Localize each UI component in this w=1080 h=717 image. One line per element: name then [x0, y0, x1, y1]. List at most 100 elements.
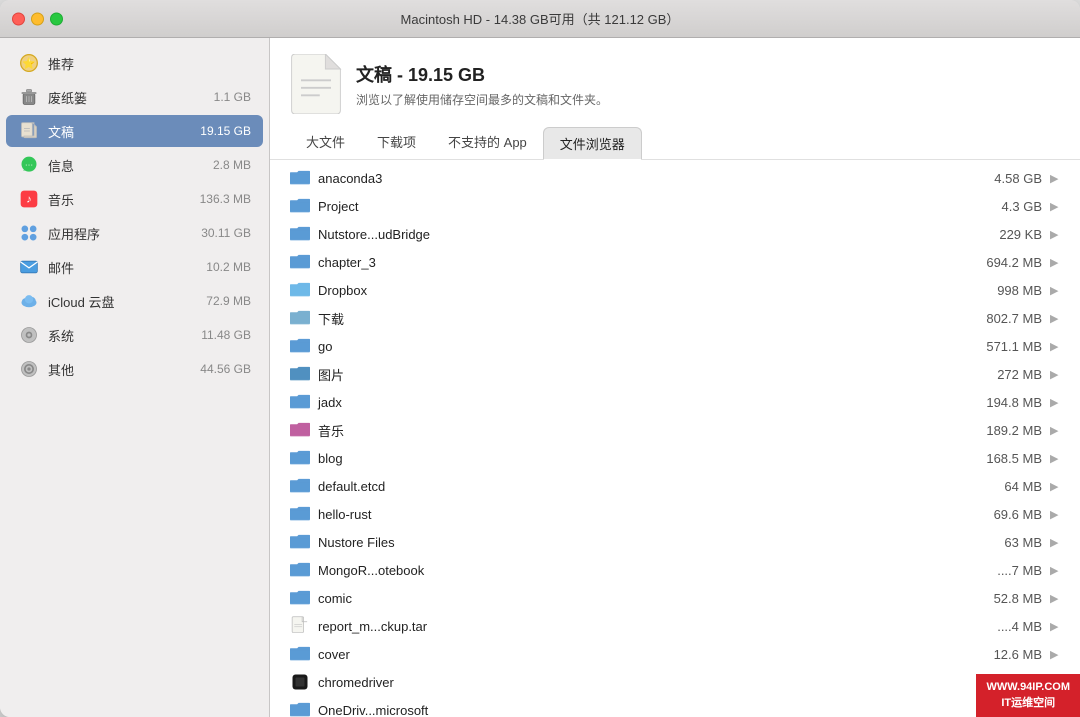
sidebar-icon-mail — [18, 256, 40, 278]
sidebar-item-music[interactable]: ♪ 音乐 136.3 MB — [6, 183, 263, 215]
sidebar-label-music: 音乐 — [48, 190, 200, 209]
chevron-right-icon: ▶ — [1050, 592, 1060, 605]
file-row[interactable]: chromedriver 12.2 MB ▶ — [270, 668, 1080, 696]
sidebar-item-icloud[interactable]: iCloud 云盘 72.9 MB — [6, 285, 263, 317]
chevron-right-icon: ▶ — [1050, 284, 1060, 297]
file-row[interactable]: OneDriv...microsoft ....6 MB ▶ — [270, 696, 1080, 717]
sidebar-size-other: 44.56 GB — [200, 362, 251, 376]
window-title: Macintosh HD - 14.38 GB可用（共 121.12 GB） — [401, 9, 680, 28]
file-size: 998 MB — [962, 283, 1042, 298]
file-row[interactable]: jadx 194.8 MB ▶ — [270, 388, 1080, 416]
file-row[interactable]: 音乐 189.2 MB ▶ — [270, 416, 1080, 444]
sidebar-item-other[interactable]: 其他 44.56 GB — [6, 353, 263, 385]
file-size: 272 MB — [962, 367, 1042, 382]
file-icon — [290, 252, 310, 272]
file-name: cover — [318, 647, 962, 662]
file-name: OneDriv...microsoft — [318, 703, 962, 717]
sidebar-size-apps: 30.11 GB — [201, 226, 251, 240]
file-row[interactable]: Nustore Files 63 MB ▶ — [270, 528, 1080, 556]
chevron-right-icon: ▶ — [1050, 340, 1060, 353]
watermark-line2: IT运维空间 — [986, 696, 1070, 711]
file-name: go — [318, 339, 962, 354]
file-row[interactable]: 下载 802.7 MB ▶ — [270, 304, 1080, 332]
file-row[interactable]: MongoR...otebook ....7 MB ▶ — [270, 556, 1080, 584]
svg-text:♪: ♪ — [26, 193, 31, 205]
file-row[interactable]: Nutstore...udBridge 229 KB ▶ — [270, 220, 1080, 248]
chevron-right-icon: ▶ — [1050, 368, 1060, 381]
sidebar-icon-icloud — [18, 290, 40, 312]
sidebar-item-documents[interactable]: 文稿 19.15 GB — [6, 115, 263, 147]
sidebar-icon-messages: ··· — [18, 154, 40, 176]
sidebar-item-recommend[interactable]: ⭐ 推荐 — [6, 47, 263, 79]
file-size: 4.3 GB — [962, 199, 1042, 214]
file-name: chromedriver — [318, 675, 962, 690]
watermark-line1: WWW.94IP.COM — [986, 680, 1070, 695]
sidebar-label-documents: 文稿 — [48, 122, 200, 141]
file-name: MongoR...otebook — [318, 563, 962, 578]
chevron-right-icon: ▶ — [1050, 620, 1060, 633]
tab-大文件[interactable]: 大文件 — [290, 126, 361, 159]
tab-下载项[interactable]: 下载项 — [361, 126, 432, 159]
file-size: 12.6 MB — [962, 647, 1042, 662]
header-subtitle: 浏览以了解使用储存空间最多的文稿和文件夹。 — [356, 91, 608, 108]
sidebar-icon-documents — [18, 120, 40, 142]
sidebar-label-messages: 信息 — [48, 156, 213, 175]
file-size: 64 MB — [962, 479, 1042, 494]
file-row[interactable]: default.etcd 64 MB ▶ — [270, 472, 1080, 500]
sidebar-size-system: 11.48 GB — [201, 328, 251, 342]
file-row[interactable]: report_m...ckup.tar ....4 MB ▶ — [270, 612, 1080, 640]
file-row[interactable]: comic 52.8 MB ▶ — [270, 584, 1080, 612]
sidebar-item-apps[interactable]: 应用程序 30.11 GB — [6, 217, 263, 249]
tab-不支持的-App[interactable]: 不支持的 App — [432, 126, 543, 159]
file-row[interactable]: cover 12.6 MB ▶ — [270, 640, 1080, 668]
file-row[interactable]: Project 4.3 GB ▶ — [270, 192, 1080, 220]
file-list: anaconda3 4.58 GB ▶ Project 4.3 GB ▶ Nut… — [270, 160, 1080, 717]
file-size: 802.7 MB — [962, 311, 1042, 326]
sidebar-icon-music: ♪ — [18, 188, 40, 210]
chevron-right-icon: ▶ — [1050, 424, 1060, 437]
file-name: default.etcd — [318, 479, 962, 494]
sidebar-item-mail[interactable]: 邮件 10.2 MB — [6, 251, 263, 283]
file-size: 229 KB — [962, 227, 1042, 242]
main-header: 文稿 - 19.15 GB 浏览以了解使用储存空间最多的文稿和文件夹。 大文件下… — [270, 38, 1080, 160]
file-name: blog — [318, 451, 962, 466]
chevron-right-icon: ▶ — [1050, 256, 1060, 269]
file-icon — [290, 560, 310, 580]
chevron-right-icon: ▶ — [1050, 228, 1060, 241]
file-size: 63 MB — [962, 535, 1042, 550]
fullscreen-button[interactable] — [50, 12, 63, 25]
minimize-button[interactable] — [31, 12, 44, 25]
sidebar-label-trash: 废纸篓 — [48, 88, 214, 107]
traffic-lights[interactable] — [12, 12, 63, 25]
sidebar-item-messages[interactable]: ··· 信息 2.8 MB — [6, 149, 263, 181]
chevron-right-icon: ▶ — [1050, 536, 1060, 549]
file-name: report_m...ckup.tar — [318, 619, 962, 634]
chevron-right-icon: ▶ — [1050, 172, 1060, 185]
file-size: ....4 MB — [962, 619, 1042, 634]
file-row[interactable]: blog 168.5 MB ▶ — [270, 444, 1080, 472]
file-name: Nustore Files — [318, 535, 962, 550]
close-button[interactable] — [12, 12, 25, 25]
sidebar-size-messages: 2.8 MB — [213, 158, 251, 172]
chevron-right-icon: ▶ — [1050, 312, 1060, 325]
file-row[interactable]: 图片 272 MB ▶ — [270, 360, 1080, 388]
sidebar-icon-apps — [18, 222, 40, 244]
sidebar: ⭐ 推荐 废纸篓 1.1 GB 文稿 19.15 GB ··· 信息 2.8 M… — [0, 38, 270, 717]
file-row[interactable]: chapter_3 694.2 MB ▶ — [270, 248, 1080, 276]
sidebar-item-system[interactable]: 系统 11.48 GB — [6, 319, 263, 351]
file-row[interactable]: go 571.1 MB ▶ — [270, 332, 1080, 360]
sidebar-label-mail: 邮件 — [48, 258, 206, 277]
sidebar-item-trash[interactable]: 废纸篓 1.1 GB — [6, 81, 263, 113]
main-content: 文稿 - 19.15 GB 浏览以了解使用储存空间最多的文稿和文件夹。 大文件下… — [270, 38, 1080, 717]
chevron-right-icon: ▶ — [1050, 396, 1060, 409]
file-icon — [290, 644, 310, 664]
chevron-right-icon: ▶ — [1050, 452, 1060, 465]
sidebar-label-apps: 应用程序 — [48, 224, 201, 243]
file-size: 194.8 MB — [962, 395, 1042, 410]
file-row[interactable]: anaconda3 4.58 GB ▶ — [270, 164, 1080, 192]
sidebar-icon-other — [18, 358, 40, 380]
file-row[interactable]: Dropbox 998 MB ▶ — [270, 276, 1080, 304]
file-row[interactable]: hello-rust 69.6 MB ▶ — [270, 500, 1080, 528]
sidebar-size-icloud: 72.9 MB — [206, 294, 251, 308]
tab-文件浏览器[interactable]: 文件浏览器 — [543, 127, 642, 160]
